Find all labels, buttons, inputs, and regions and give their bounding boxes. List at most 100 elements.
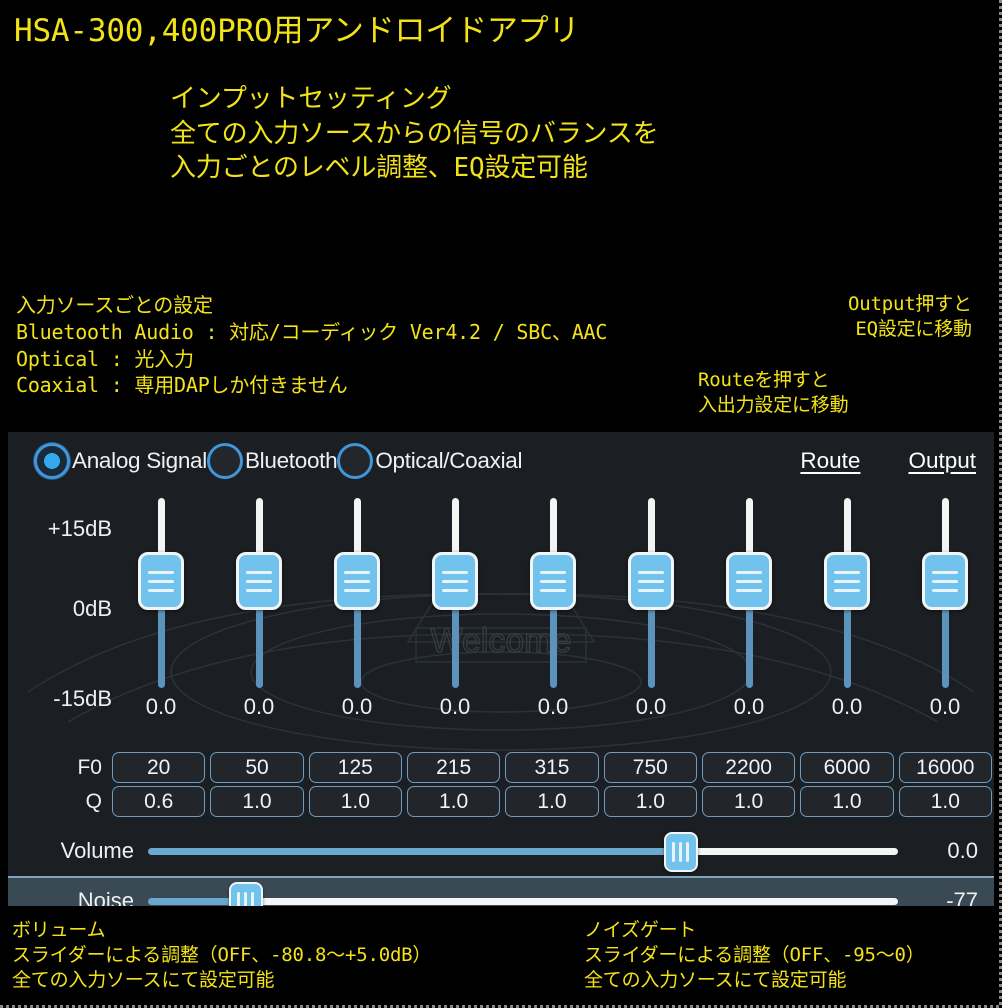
f0-cells: 20 50 125 215 315 750 2200 6000 16000	[112, 752, 994, 783]
radio-bluetooth[interactable]: Bluetooth	[206, 443, 338, 479]
eq-parameter-rows: F0 20 50 125 215 315 750 2200 6000 16000…	[8, 752, 994, 820]
eq-band: 0.0	[112, 490, 210, 752]
f0-row-label: F0	[77, 755, 102, 779]
slider-thumb[interactable]	[628, 552, 674, 610]
eq-scale-labels: +15dB 0dB -15dB	[8, 490, 118, 752]
slider-thumb[interactable]	[530, 552, 576, 610]
eq-gain-value: 0.0	[537, 694, 569, 719]
eq-gain-slider[interactable]	[628, 498, 674, 688]
eq-gain-slider[interactable]	[334, 498, 380, 688]
q-field[interactable]: 1.0	[898, 786, 992, 817]
slider-thumb[interactable]	[726, 552, 772, 610]
eq-gain-value: 0.0	[831, 694, 863, 719]
f0-field[interactable]: 20	[112, 752, 206, 783]
eq-band: 0.0	[308, 490, 406, 752]
volume-row: Volume 0.0	[8, 828, 994, 874]
page-title: HSA-300,400PRO用アンドロイドアプリ	[14, 13, 580, 49]
noise-slider-thumb[interactable]	[228, 882, 263, 906]
radio-label-analog-signal: Analog Signal	[72, 448, 207, 473]
eq-band: 0.0	[602, 490, 700, 752]
radio-label-optical-coaxial: Optical/Coaxial	[375, 448, 523, 473]
noise-value: -77	[946, 888, 978, 906]
q-field[interactable]: 1.0	[210, 786, 304, 817]
eq-gain-value: 0.0	[145, 694, 177, 719]
eq-scale-bottom: -15dB	[53, 686, 112, 711]
noise-slider[interactable]	[148, 882, 898, 906]
eq-band: 0.0	[700, 490, 798, 752]
slider-thumb[interactable]	[432, 552, 478, 610]
input-source-radio-group: Analog Signal Bluetooth Optical/Coaxial	[34, 443, 522, 479]
f0-field[interactable]: 6000	[800, 752, 894, 783]
eq-gain-slider[interactable]	[138, 498, 184, 688]
route-button-note: Routeを押すと 入出力設定に移動	[698, 369, 849, 417]
input-source-header: Analog Signal Bluetooth Optical/Coaxial …	[8, 432, 994, 490]
noise-track-remaining	[245, 898, 898, 905]
eq-band: 0.0	[406, 490, 504, 752]
volume-slider[interactable]	[148, 832, 898, 872]
f0-field[interactable]: 215	[406, 752, 501, 783]
f0-field[interactable]: 16000	[898, 752, 992, 783]
eq-slider-area: +15dB 0dB -15dB 0.0 0.0 0.0 0.0 0.0 0.0 …	[8, 490, 994, 752]
q-row: Q 0.6 1.0 1.0 1.0 1.0 1.0 1.0 1.0 1.0	[8, 786, 994, 817]
eq-band-list: 0.0 0.0 0.0 0.0 0.0 0.0 0.0 0.0 0.0	[112, 490, 994, 752]
eq-band: 0.0	[896, 490, 994, 752]
q-field[interactable]: 1.0	[505, 786, 599, 817]
volume-track-filled	[148, 848, 681, 855]
eq-gain-slider[interactable]	[236, 498, 282, 688]
header-nav-links: Route Output	[800, 432, 976, 490]
eq-gain-value: 0.0	[929, 694, 961, 719]
radio-optical-coaxial[interactable]: Optical/Coaxial	[337, 443, 522, 479]
eq-gain-slider[interactable]	[530, 498, 576, 688]
q-field[interactable]: 1.0	[406, 786, 501, 817]
radio-unselected-icon	[337, 443, 374, 479]
q-field[interactable]: 1.0	[800, 786, 894, 817]
f0-field[interactable]: 2200	[701, 752, 796, 783]
radio-unselected-icon	[206, 443, 243, 479]
slider-thumb[interactable]	[334, 552, 380, 610]
eq-gain-value: 0.0	[635, 694, 667, 719]
slider-thumb[interactable]	[138, 552, 184, 610]
q-cells: 0.6 1.0 1.0 1.0 1.0 1.0 1.0 1.0 1.0	[112, 786, 994, 817]
eq-band: 0.0	[504, 490, 602, 752]
q-field[interactable]: 1.0	[701, 786, 796, 817]
slider-thumb[interactable]	[824, 552, 870, 610]
eq-gain-value: 0.0	[243, 694, 275, 719]
output-button-note: Output押すと EQ設定に移動	[848, 293, 972, 341]
eq-scale-mid: 0dB	[72, 596, 112, 621]
q-field[interactable]: 1.0	[603, 786, 697, 817]
radio-selected-icon	[34, 443, 70, 479]
q-field[interactable]: 1.0	[308, 786, 402, 817]
eq-scale-top: +15dB	[47, 516, 112, 541]
q-field[interactable]: 0.6	[112, 786, 206, 817]
noise-row: Noise -77	[8, 876, 994, 906]
output-link[interactable]: Output	[908, 448, 976, 474]
volume-slider-note: ボリューム スライダーによる調整（OFF、-80.8〜+5.0dB） 全ての入力…	[12, 919, 432, 992]
q-row-label: Q	[85, 789, 102, 813]
slider-thumb[interactable]	[236, 552, 282, 610]
eq-gain-slider[interactable]	[824, 498, 870, 688]
f0-field[interactable]: 750	[603, 752, 697, 783]
eq-gain-value: 0.0	[439, 694, 471, 719]
volume-slider-thumb[interactable]	[663, 832, 698, 872]
f0-field[interactable]: 125	[308, 752, 402, 783]
route-link[interactable]: Route	[800, 448, 860, 474]
f0-field[interactable]: 315	[505, 752, 599, 783]
slider-thumb[interactable]	[922, 552, 968, 610]
eq-band: 0.0	[210, 490, 308, 752]
eq-gain-slider[interactable]	[922, 498, 968, 688]
volume-track-remaining	[680, 848, 898, 855]
screenshot-root: HSA-300,400PRO用アンドロイドアプリ インプットセッティング 全ての…	[0, 0, 1002, 1008]
volume-label: Volume	[60, 838, 134, 863]
f0-field[interactable]: 50	[210, 752, 304, 783]
radio-label-bluetooth: Bluetooth	[244, 448, 338, 473]
android-app-panel: Welcome Analog Signal Bluetooth Optical/…	[8, 432, 994, 906]
noise-label: Noise	[77, 888, 134, 906]
eq-band: 0.0	[798, 490, 896, 752]
eq-gain-slider[interactable]	[432, 498, 478, 688]
eq-gain-value: 0.0	[341, 694, 373, 719]
noise-gate-note: ノイズゲート スライダーによる調整（OFF、-95〜0） 全ての入力ソースにて設…	[584, 919, 925, 992]
eq-gain-slider[interactable]	[726, 498, 772, 688]
volume-value: 0.0	[947, 838, 978, 863]
input-source-info-note: 入力ソースごとの設定 Bluetooth Audio : 対応/コーディック V…	[16, 293, 608, 398]
radio-analog-signal[interactable]: Analog Signal	[34, 443, 207, 479]
